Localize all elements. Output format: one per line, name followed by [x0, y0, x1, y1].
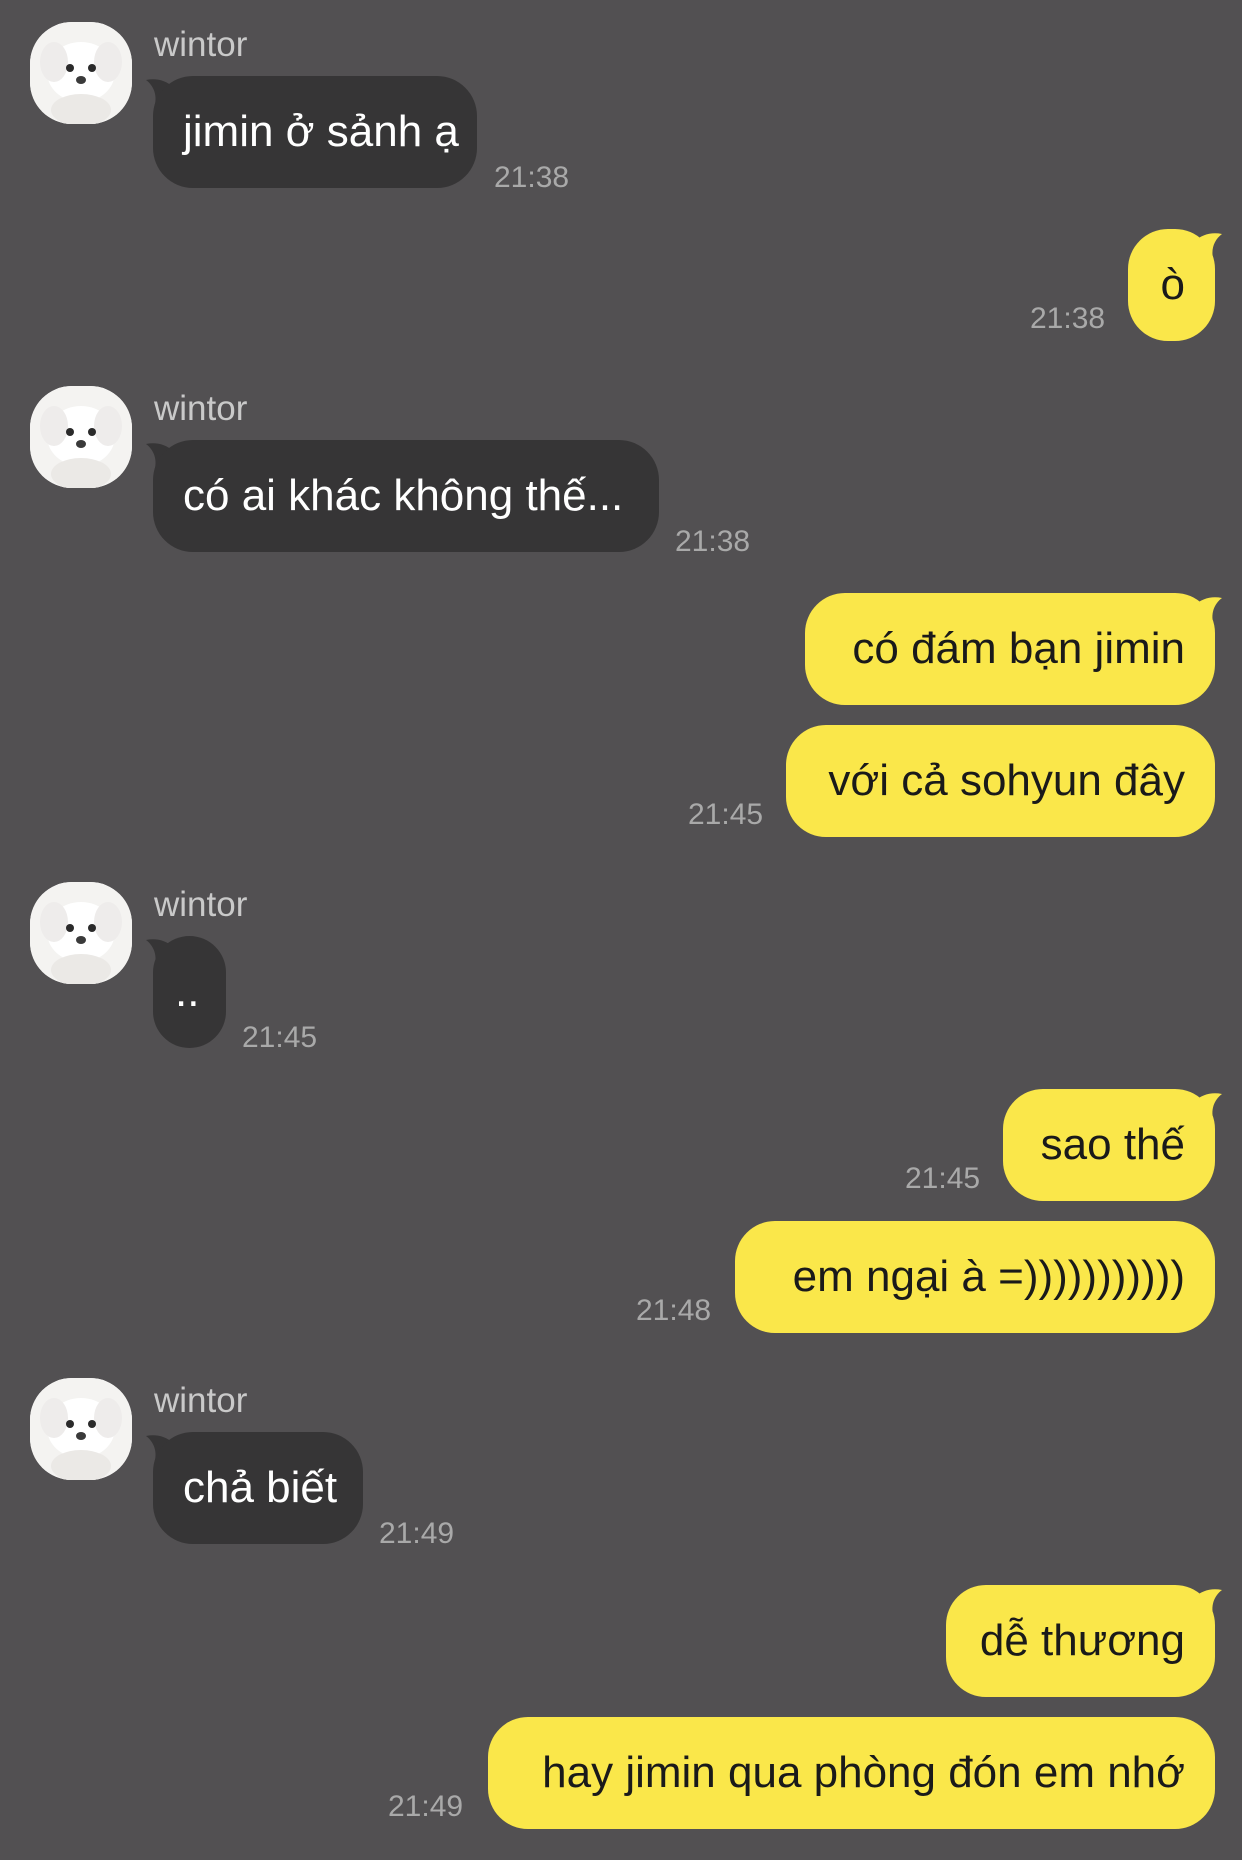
message-timestamp: 21:45 — [688, 798, 764, 831]
message-timestamp: 21:38 — [494, 161, 570, 194]
message-timestamp: 21:38 — [675, 525, 751, 558]
message-timestamp: 21:45 — [905, 1162, 981, 1195]
outgoing-message-bubble[interactable]: có đám bạn jimin — [805, 593, 1215, 705]
outgoing-message-bubble[interactable]: hay jimin qua phòng đón em nhớ — [488, 1717, 1215, 1829]
sender-name: wintor — [154, 25, 248, 64]
contact-avatar[interactable] — [30, 386, 132, 488]
message-timestamp: 21:38 — [1030, 302, 1106, 335]
sender-name: wintor — [154, 1381, 248, 1420]
puppy-avatar-icon — [30, 386, 132, 488]
incoming-message-bubble[interactable]: có ai khác không thế... — [153, 440, 659, 552]
message-timestamp: 21:45 — [242, 1021, 318, 1054]
message-timestamp: 21:49 — [388, 1790, 464, 1823]
puppy-avatar-icon — [30, 1378, 132, 1480]
sender-name: wintor — [154, 885, 248, 924]
contact-avatar[interactable] — [30, 22, 132, 124]
puppy-avatar-icon — [30, 882, 132, 984]
puppy-avatar-icon — [30, 22, 132, 124]
message-timestamp: 21:48 — [636, 1294, 712, 1327]
incoming-message-bubble[interactable]: chả biết — [153, 1432, 363, 1544]
contact-avatar[interactable] — [30, 882, 132, 984]
incoming-message-bubble[interactable]: jimin ở sảnh ạ — [153, 76, 477, 188]
outgoing-message-bubble[interactable]: ò — [1128, 229, 1215, 341]
sender-name: wintor — [154, 389, 248, 428]
outgoing-message-bubble[interactable]: em ngại à =))))))))))) — [735, 1221, 1215, 1333]
incoming-message-bubble[interactable]: .. — [153, 936, 226, 1048]
outgoing-message-bubble[interactable]: sao thế — [1003, 1089, 1215, 1201]
contact-avatar[interactable] — [30, 1378, 132, 1480]
outgoing-message-bubble[interactable]: dễ thương — [946, 1585, 1215, 1697]
outgoing-message-bubble[interactable]: với cả sohyun đây — [786, 725, 1215, 837]
message-timestamp: 21:49 — [379, 1517, 455, 1550]
